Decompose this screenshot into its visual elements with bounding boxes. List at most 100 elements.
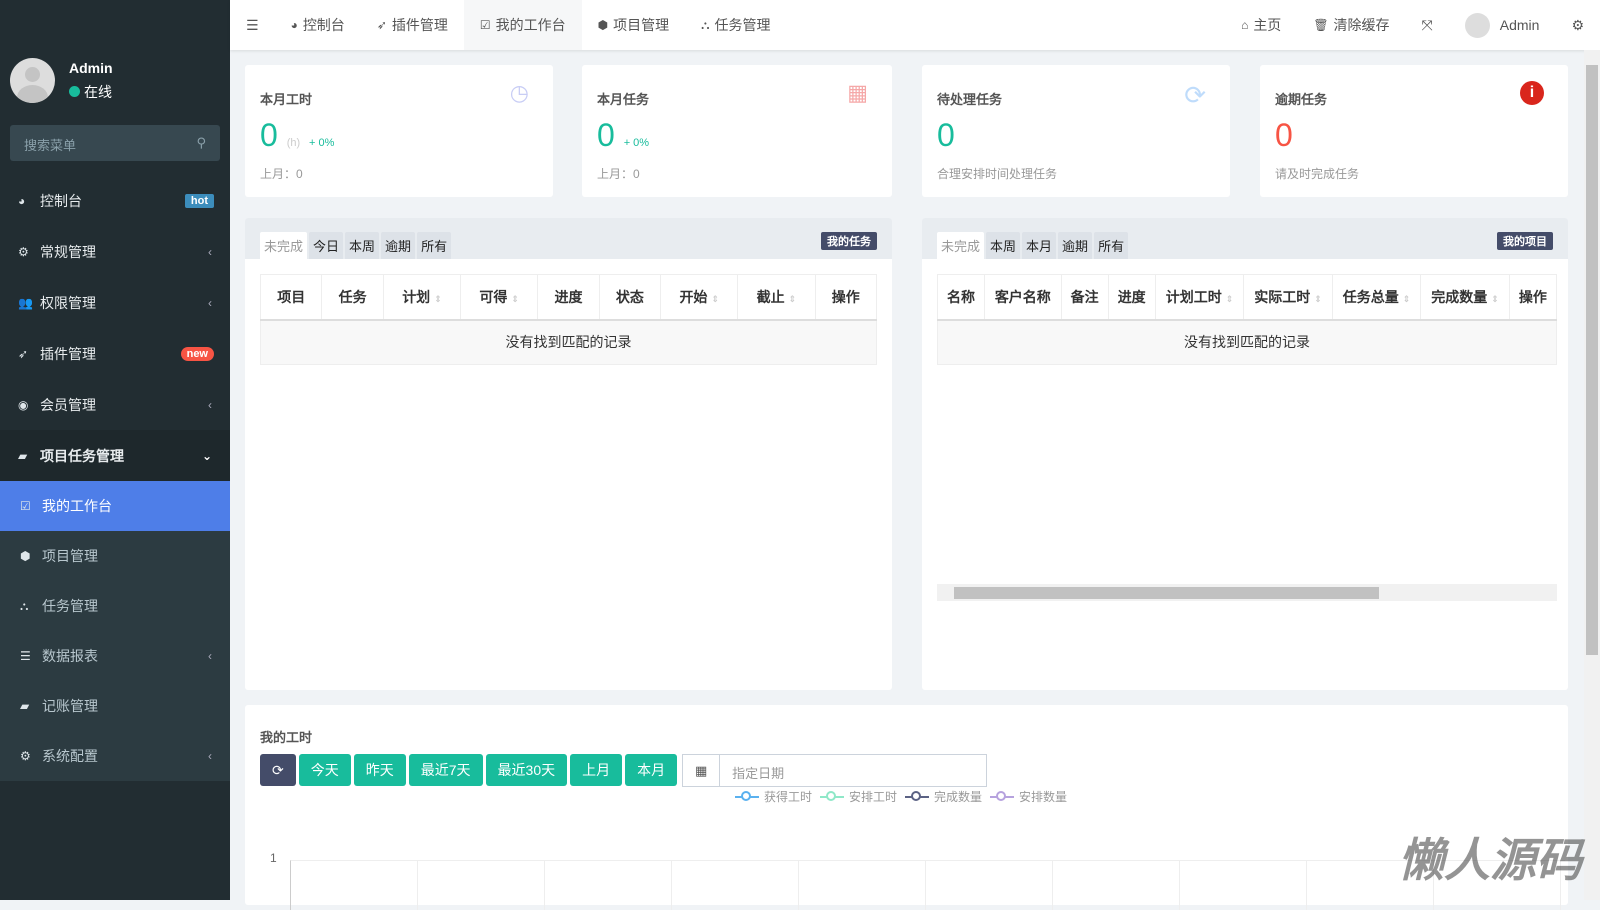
panel-tag: 我的任务	[821, 232, 877, 250]
vertical-scrollbar[interactable]	[1584, 50, 1600, 900]
cogs-icon: ⚙	[18, 244, 29, 259]
tab-incomplete[interactable]: 未完成	[260, 232, 308, 259]
tab-incomplete[interactable]: 未完成	[937, 232, 985, 259]
column-header[interactable]: 操作	[1508, 274, 1558, 321]
avatar	[1464, 12, 1490, 38]
chevron-left-icon: ‹	[208, 749, 212, 763]
clear-cache-button[interactable]: 🗑 清除缓存	[1297, 0, 1405, 50]
legend-item[interactable]: 获得工时	[735, 788, 812, 805]
sidebar-item-system-config[interactable]: ⚙ 系统配置 ‹	[0, 731, 230, 781]
hours-chart-area	[290, 860, 1565, 910]
horizontal-scrollbar[interactable]	[937, 584, 1557, 601]
menu-search-input[interactable]: 搜索菜单 ⚲	[10, 125, 220, 161]
column-header[interactable]: 项目	[259, 274, 323, 321]
book-icon: ▰	[18, 448, 28, 463]
search-icon[interactable]: ⚲	[196, 135, 206, 151]
column-header[interactable]: 计划工时 ⇕	[1154, 274, 1245, 321]
user-menu[interactable]: Admin	[1449, 0, 1556, 50]
avatar	[10, 58, 55, 103]
last-30-days-button[interactable]: 最近30天	[485, 754, 568, 786]
panel-tag: 我的项目	[1497, 232, 1553, 250]
tab-this-month[interactable]: 本月	[1022, 232, 1057, 259]
card-overdue-tasks: 逾期任务 i 0 请及时完成任务	[1260, 65, 1568, 197]
column-header[interactable]: 任务	[321, 274, 384, 321]
settings-button[interactable]: ⚙	[1555, 0, 1600, 50]
menu-toggle-button[interactable]: ☰	[230, 0, 275, 50]
sidebar-item-auth[interactable]: 👥 权限管理 ‹	[0, 277, 230, 328]
date-input[interactable]: 指定日期	[720, 755, 796, 786]
date-picker[interactable]: ▦ 指定日期	[682, 754, 988, 787]
legend-item[interactable]: 完成数量	[905, 788, 982, 805]
tasks-table: 项目 任务 计划 ⇕ 可得 ⇕ 进度 状态 开始 ⇕ 截止 ⇕ 操作 没有找到匹配的记录	[259, 274, 877, 365]
calendar-icon: ▦	[847, 80, 868, 105]
column-header[interactable]: 进度	[1107, 274, 1156, 321]
tab-all[interactable]: 所有	[1094, 232, 1129, 259]
scrollbar-thumb[interactable]	[954, 587, 1379, 599]
my-hours-panel: 我的工时 ⟳ 今天 昨天 最近7天 最近30天 上月 本月 ▦ 指定日期 获得工时…	[245, 705, 1568, 910]
expand-icon: ⤧	[1421, 16, 1433, 33]
this-month-button[interactable]: 本月	[625, 754, 678, 786]
column-header[interactable]: 备注	[1060, 274, 1109, 321]
sidebar-item-project-tasks[interactable]: ▰ 项目任务管理 ⌄	[0, 430, 230, 481]
tab-addons[interactable]: ➶ 插件管理	[361, 0, 464, 50]
sidebar-item-addons[interactable]: ➶ 插件管理 new	[0, 328, 230, 379]
tab-my-workbench[interactable]: ☑ 我的工作台	[463, 0, 582, 50]
cogs-icon: ⚙	[20, 749, 31, 763]
sidebar-item-accounting[interactable]: ▰ 记账管理	[0, 681, 230, 731]
column-header[interactable]: 客户名称	[984, 274, 1062, 321]
column-header[interactable]: 进度	[537, 274, 600, 321]
legend-item[interactable]: 安排工时	[820, 788, 897, 805]
empty-message: 没有找到匹配的记录	[260, 319, 877, 365]
tab-today[interactable]: 今日	[309, 232, 344, 259]
rocket-icon: ➶	[18, 346, 29, 361]
column-header[interactable]: 可得 ⇕	[460, 274, 539, 321]
sort-icon: ⇕	[1314, 293, 1322, 304]
rocket-icon: ➶	[376, 18, 387, 32]
sidebar-item-projects[interactable]: ⬢ 项目管理	[0, 531, 230, 581]
chevron-left-icon: ‹	[208, 397, 212, 412]
column-header[interactable]: 开始 ⇕	[660, 274, 739, 321]
sidebar-item-general[interactable]: ⚙ 常规管理 ‹	[0, 226, 230, 277]
home-link[interactable]: ⌂ 主页	[1225, 0, 1297, 50]
sidebar-item-tasks[interactable]: ⛬ 任务管理	[0, 581, 230, 631]
fullscreen-button[interactable]: ⤧	[1406, 0, 1449, 50]
yesterday-button[interactable]: 昨天	[353, 754, 406, 786]
column-header[interactable]: 名称	[936, 274, 986, 321]
column-header[interactable]: 任务总量 ⇕	[1331, 274, 1422, 321]
tab-overdue[interactable]: 逾期	[1058, 232, 1093, 259]
my-tasks-panel: 未完成 今日 本周 逾期 所有 我的任务 项目 任务 计划 ⇕ 可得 ⇕ 进度 状态…	[245, 218, 892, 690]
tab-tasks[interactable]: ⛬ 任务管理	[685, 0, 786, 50]
user-panel: Admin 在线	[10, 58, 113, 103]
sidebar-item-dashboard[interactable]: ◕ 控制台 hot	[0, 175, 230, 226]
sidebar-item-reports[interactable]: ☰ 数据报表 ‹	[0, 631, 230, 681]
last-month-button[interactable]: 上月	[570, 754, 623, 786]
column-header[interactable]: 截止 ⇕	[737, 274, 816, 321]
trash-icon: 🗑	[1313, 18, 1329, 32]
calendar-icon: ▦	[683, 755, 721, 786]
tab-dashboard[interactable]: ◕ 控制台	[275, 0, 361, 50]
today-button[interactable]: 今天	[298, 754, 351, 786]
dashboard-icon: ◕	[290, 18, 298, 32]
column-header[interactable]: 状态	[598, 274, 662, 321]
sidebar-item-members[interactable]: ◉ 会员管理 ‹	[0, 379, 230, 430]
online-dot-icon	[69, 86, 80, 97]
cube-icon: ⬢	[20, 549, 31, 563]
info-icon: i	[1520, 81, 1544, 105]
refresh-button[interactable]: ⟳	[260, 754, 296, 786]
tab-overdue[interactable]: 逾期	[381, 232, 416, 259]
tab-this-week[interactable]: 本周	[345, 232, 380, 259]
sidebar-item-my-workbench[interactable]: ☑ 我的工作台	[0, 481, 230, 531]
clock-icon: ◷	[509, 80, 529, 105]
sort-icon: ⇕	[434, 293, 442, 304]
column-header[interactable]: 实际工时 ⇕	[1243, 274, 1333, 321]
tab-this-week[interactable]: 本周	[986, 232, 1021, 259]
tab-projects[interactable]: ⬢ 项目管理	[582, 0, 685, 50]
legend-item[interactable]: 安排数量	[990, 788, 1067, 805]
column-header[interactable]: 计划 ⇕	[382, 274, 462, 321]
tab-all[interactable]: 所有	[417, 232, 452, 259]
last-7-days-button[interactable]: 最近7天	[408, 754, 483, 786]
list-icon: ☰	[20, 649, 31, 663]
column-header[interactable]: 操作	[814, 274, 877, 321]
scrollbar-thumb[interactable]	[1586, 65, 1598, 655]
column-header[interactable]: 完成数量 ⇕	[1420, 274, 1510, 321]
